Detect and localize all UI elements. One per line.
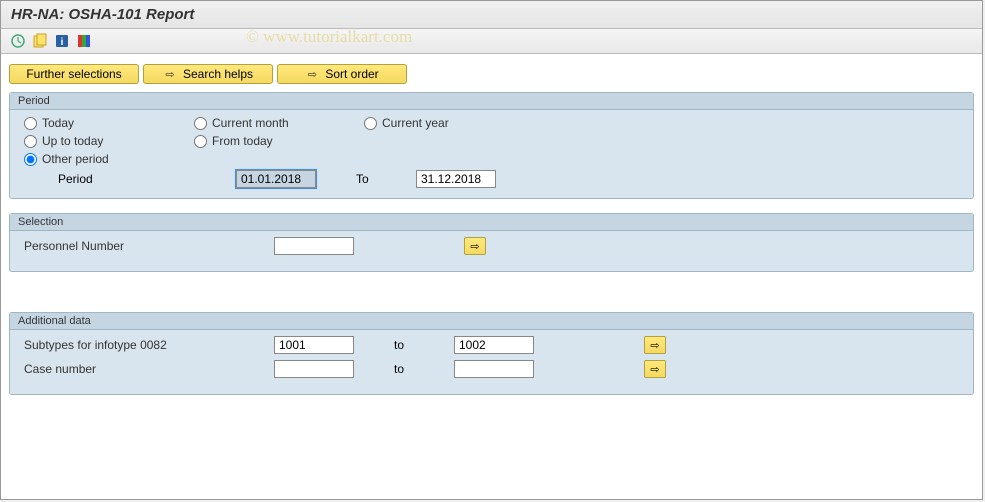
radio-up-to-today-input[interactable] [24, 135, 37, 148]
radio-current-month-label: Current month [212, 116, 289, 130]
radio-current-year[interactable]: Current year [364, 116, 534, 130]
radio-other-period[interactable]: Other period [24, 152, 194, 166]
radio-from-today-label: From today [212, 134, 273, 148]
radio-up-to-today[interactable]: Up to today [24, 134, 194, 148]
radio-today[interactable]: Today [24, 116, 194, 130]
execute-icon[interactable] [9, 32, 27, 50]
arrow-right-icon: ⇨ [650, 339, 659, 352]
search-helps-button[interactable]: ⇨ Search helps [143, 64, 273, 84]
content-area: Further selections ⇨ Search helps ⇨ Sort… [1, 54, 982, 419]
period-from-input[interactable] [236, 170, 316, 188]
svg-text:i: i [61, 37, 64, 48]
case-multi-button[interactable]: ⇨ [644, 360, 666, 378]
subtypes-from-input[interactable] [274, 336, 354, 354]
arrow-right-icon: ⇨ [470, 240, 479, 253]
page-title: HR-NA: OSHA-101 Report [1, 1, 982, 29]
arrow-right-icon: ⇨ [650, 363, 659, 376]
case-from-input[interactable] [274, 360, 354, 378]
period-to-label: To [356, 172, 406, 186]
sort-order-button[interactable]: ⇨ Sort order [277, 64, 407, 84]
radio-other-period-label: Other period [42, 152, 109, 166]
personnel-number-label: Personnel Number [24, 239, 264, 253]
subtypes-to-input[interactable] [454, 336, 534, 354]
further-selections-button[interactable]: Further selections [9, 64, 139, 84]
case-to-label: to [394, 362, 444, 376]
additional-data-group: Additional data Subtypes for infotype 00… [9, 312, 974, 395]
application-toolbar: i [1, 29, 982, 54]
arrow-right-icon: ⇨ [305, 68, 319, 80]
radio-current-year-label: Current year [382, 116, 449, 130]
selection-legend: Selection [10, 214, 973, 231]
radio-today-input[interactable] [24, 117, 37, 130]
period-field-label: Period [58, 172, 226, 186]
personnel-number-multi-button[interactable]: ⇨ [464, 237, 486, 255]
additional-data-legend: Additional data [10, 313, 973, 330]
info-icon[interactable]: i [53, 32, 71, 50]
arrow-right-icon: ⇨ [163, 68, 177, 80]
radio-today-label: Today [42, 116, 74, 130]
layout-icon[interactable] [75, 32, 93, 50]
search-helps-label: Search helps [183, 67, 253, 81]
selection-group: Selection Personnel Number ⇨ [9, 213, 974, 272]
get-variant-icon[interactable] [31, 32, 49, 50]
case-number-label: Case number [24, 362, 264, 376]
case-to-input[interactable] [454, 360, 534, 378]
radio-current-month[interactable]: Current month [194, 116, 364, 130]
subtypes-multi-button[interactable]: ⇨ [644, 336, 666, 354]
period-to-input[interactable] [416, 170, 496, 188]
period-group: Period Today Current month Current year [9, 92, 974, 199]
radio-current-year-input[interactable] [364, 117, 377, 130]
radio-from-today-input[interactable] [194, 135, 207, 148]
sort-order-label: Sort order [325, 67, 378, 81]
main-window: HR-NA: OSHA-101 Report i © www.tutorialk… [0, 0, 983, 500]
subtypes-label: Subtypes for infotype 0082 [24, 338, 264, 352]
period-legend: Period [10, 93, 973, 110]
radio-other-period-input[interactable] [24, 153, 37, 166]
subtypes-to-label: to [394, 338, 444, 352]
radio-up-to-today-label: Up to today [42, 134, 103, 148]
personnel-number-input[interactable] [274, 237, 354, 255]
radio-current-month-input[interactable] [194, 117, 207, 130]
radio-from-today[interactable]: From today [194, 134, 364, 148]
further-selections-label: Further selections [26, 67, 121, 81]
selection-button-row: Further selections ⇨ Search helps ⇨ Sort… [9, 64, 974, 84]
